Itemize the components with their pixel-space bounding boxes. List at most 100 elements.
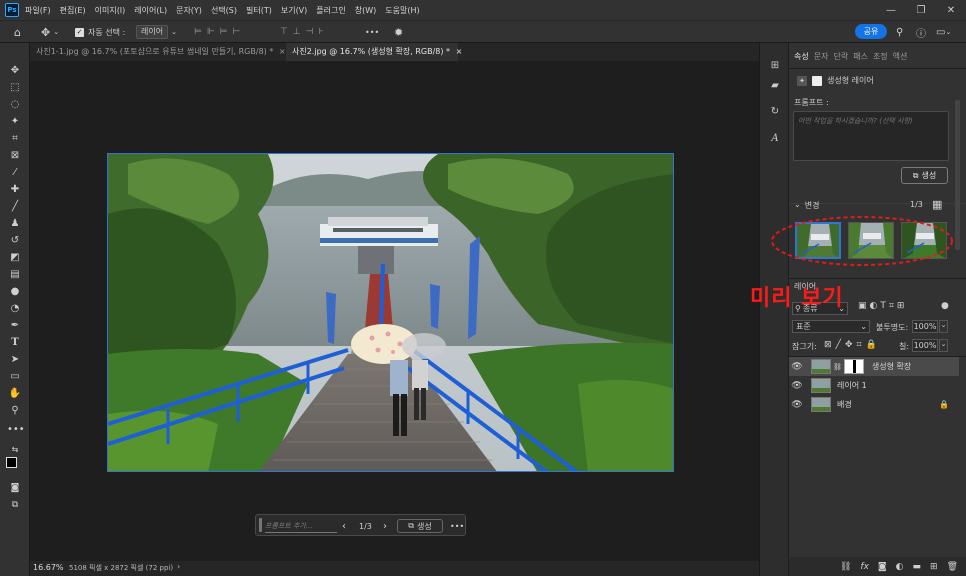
- variations-header[interactable]: ⌄ 변경: [794, 200, 819, 211]
- panel-scrollbar[interactable]: [955, 100, 960, 250]
- tab-paragraph[interactable]: 단락: [833, 51, 848, 65]
- magic-wand-icon[interactable]: ✦: [7, 115, 23, 129]
- zoom-tool-icon[interactable]: ⚲: [7, 404, 23, 418]
- new-group-icon[interactable]: ▬: [913, 562, 922, 572]
- menu-filter[interactable]: 필터(T): [246, 5, 272, 16]
- history-brush-icon[interactable]: ↺: [7, 234, 23, 248]
- menu-type[interactable]: 문자(Y): [176, 5, 202, 16]
- new-layer-icon[interactable]: ⊞: [930, 562, 938, 572]
- dodge-tool-icon[interactable]: ◔: [7, 302, 23, 316]
- close-window-icon[interactable]: ✕: [936, 0, 966, 20]
- layer-row-background[interactable]: 👁 배경 🔒: [789, 395, 959, 414]
- chevron-down-icon[interactable]: ⌄: [939, 320, 948, 333]
- layer-style-icon[interactable]: fx: [860, 562, 869, 572]
- distribute-icons[interactable]: ⊤⊥⊣⊦: [280, 25, 328, 39]
- menu-view[interactable]: 보기(V): [281, 5, 307, 16]
- fill-input[interactable]: 100%: [912, 339, 938, 352]
- brush-tool-icon[interactable]: ╱: [7, 200, 23, 214]
- chevron-right-icon[interactable]: ›: [383, 519, 387, 533]
- eyedropper-icon[interactable]: ⁄: [7, 166, 23, 180]
- tab-photo1[interactable]: 사진1-1.jpg @ 16.7% (포토샵으로 유튜브 썸네일 만들기, RG…: [30, 43, 286, 61]
- zoom-level[interactable]: 16.67%: [33, 563, 64, 572]
- close-icon[interactable]: ×: [279, 47, 286, 56]
- visibility-eye-icon[interactable]: 👁: [789, 400, 805, 410]
- tab-character[interactable]: 문자: [814, 51, 829, 65]
- eraser-tool-icon[interactable]: ◩: [7, 251, 23, 265]
- photoshop-logo[interactable]: Ps: [5, 3, 19, 17]
- variation-thumbnail-3[interactable]: [901, 222, 947, 259]
- chevron-right-icon[interactable]: ›: [177, 562, 180, 571]
- lock-icon[interactable]: 🔒: [939, 400, 949, 409]
- auto-select-checkbox[interactable]: ✓ 자동 선택 :: [75, 25, 125, 39]
- close-icon[interactable]: ×: [456, 47, 463, 56]
- move-tool-icon[interactable]: ✥ ⌄: [41, 25, 59, 39]
- properties-panel-icon[interactable]: ⊞: [768, 59, 782, 73]
- tab-properties[interactable]: 속성: [794, 51, 809, 65]
- layer-row-generative-expand[interactable]: 👁 ⛓ 생성형 확장: [789, 357, 959, 376]
- lasso-tool-icon[interactable]: ◌: [7, 98, 23, 112]
- layer-mask-thumbnail[interactable]: [843, 359, 864, 374]
- layer-row-layer1[interactable]: 👁 레이어 1: [789, 376, 959, 395]
- menu-select[interactable]: 선택(S): [211, 5, 237, 16]
- menu-image[interactable]: 이미지(I): [95, 5, 126, 16]
- drag-handle[interactable]: [259, 518, 262, 532]
- auto-select-dropdown[interactable]: 레이어 ⌄: [136, 25, 177, 39]
- character-icon[interactable]: A: [768, 132, 782, 146]
- generate-button[interactable]: ⧉ 생성: [397, 519, 443, 533]
- layer-filter-icons[interactable]: ▣◐T⌗⊞: [858, 301, 907, 311]
- swap-colors-icon[interactable]: ⇆: [7, 443, 23, 457]
- filter-toggle-icon[interactable]: ●: [941, 301, 949, 311]
- grid-view-icon[interactable]: ▦: [932, 198, 942, 211]
- crop-tool-icon[interactable]: ⌗: [7, 132, 23, 146]
- more-button[interactable]: •••: [450, 519, 464, 533]
- adjustment-layer-icon[interactable]: ◐: [896, 562, 904, 572]
- add-mask-icon[interactable]: ◙: [878, 562, 887, 572]
- align-icons[interactable]: ⊨⊩⊨⊢: [194, 25, 245, 39]
- share-button[interactable]: 공유: [855, 24, 887, 39]
- 3d-settings-icon[interactable]: ✹: [394, 25, 403, 39]
- quick-mask-icon[interactable]: ◙: [7, 481, 23, 495]
- blend-mode-dropdown[interactable]: 표준 ⌄: [792, 320, 870, 333]
- maximize-icon[interactable]: ❐: [906, 0, 936, 20]
- history-icon[interactable]: ↻: [768, 105, 782, 119]
- menu-window[interactable]: 창(W): [355, 5, 377, 16]
- screen-mode-icon[interactable]: ⧉: [7, 498, 23, 512]
- menu-layer[interactable]: 레이어(L): [134, 5, 167, 16]
- edit-toolbar-icon[interactable]: •••: [7, 423, 25, 437]
- tab-photo2[interactable]: 사진2.jpg @ 16.7% (생성형 확장, RGB/8) * ×: [286, 43, 462, 61]
- marquee-tool-icon[interactable]: ⬚: [7, 81, 23, 95]
- foreground-color-swatch[interactable]: [6, 457, 17, 468]
- type-tool-icon[interactable]: T: [7, 336, 23, 350]
- lock-icons[interactable]: ⊠╱✥⌗🔒: [824, 340, 881, 350]
- gradient-tool-icon[interactable]: ▤: [7, 268, 23, 282]
- healing-brush-icon[interactable]: ✚: [7, 183, 23, 197]
- panel-generate-button[interactable]: ⧉ 생성: [901, 167, 948, 184]
- hand-tool-icon[interactable]: ✋: [7, 387, 23, 401]
- link-layers-icon[interactable]: ⛓: [840, 562, 851, 572]
- pen-tool-icon[interactable]: ✒: [7, 319, 23, 333]
- prompt-input[interactable]: 프롬프트 추가...: [265, 519, 337, 533]
- home-icon[interactable]: ⌂: [14, 25, 21, 39]
- document-canvas-image[interactable]: [107, 153, 674, 472]
- minimize-icon[interactable]: —: [876, 0, 906, 20]
- chevron-left-icon[interactable]: ‹: [342, 519, 346, 533]
- search-icon[interactable]: ⚲: [896, 25, 903, 39]
- tab-paths[interactable]: 패스: [853, 51, 868, 65]
- menu-file[interactable]: 파일(F): [25, 5, 51, 16]
- prompt-textarea[interactable]: 어떤 작업을 하시겠습니까? (선택 사항): [793, 111, 949, 161]
- menu-plugins[interactable]: 플러그인: [316, 5, 345, 16]
- variation-thumbnail-2[interactable]: [848, 222, 894, 259]
- path-select-icon[interactable]: ➤: [7, 353, 23, 367]
- frame-tool-icon[interactable]: ⊠: [7, 149, 23, 163]
- comments-icon[interactable]: ▰: [768, 79, 782, 93]
- visibility-eye-icon[interactable]: 👁: [789, 381, 805, 391]
- trash-icon[interactable]: 🗑: [947, 562, 958, 572]
- menu-help[interactable]: 도움말(H): [385, 5, 419, 16]
- more-options-button[interactable]: •••: [365, 25, 379, 39]
- blur-tool-icon[interactable]: ●: [7, 285, 23, 299]
- visibility-eye-icon[interactable]: 👁: [789, 362, 805, 372]
- help-icon[interactable]: ⓘ: [916, 25, 926, 40]
- stamp-tool-icon[interactable]: ♟: [7, 217, 23, 231]
- move-tool-icon[interactable]: ✥: [7, 64, 23, 78]
- workspace-icon[interactable]: ▭ ⌄: [936, 25, 951, 39]
